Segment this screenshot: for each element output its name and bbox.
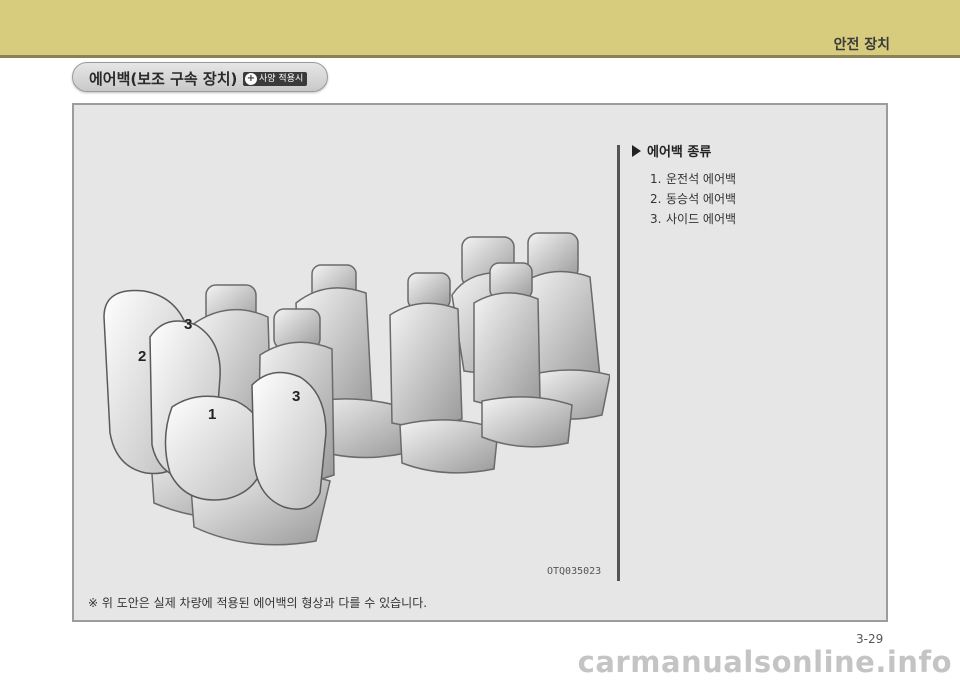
airbag-seat-illustration: 3 2 1 3 [103, 232, 610, 546]
watermark: carmanualsonline.info [577, 645, 952, 679]
figure-frame: 3 2 1 3 OTQ035023 에어백 종류 1. 운전석 에어백 2. 동승석… [72, 103, 888, 622]
option-badge: + 사양 적용시 [243, 72, 308, 86]
footnote: ※ 위 도안은 실제 차량에 적용된 에어백의 형상과 다를 수 있습니다. [88, 596, 428, 610]
second-row-seats [295, 262, 573, 474]
list-item: 2. 동승석 에어백 [650, 192, 737, 206]
section-title: 에어백(보조 구속 장치) [89, 70, 238, 88]
header-divider [0, 55, 960, 58]
list-item: 3. 사이드 에어백 [650, 212, 737, 226]
option-badge-label: 사양 적용시 [259, 74, 304, 84]
vertical-divider [617, 145, 620, 581]
plus-icon: + [245, 73, 257, 85]
page-number: 3-29 [856, 632, 884, 646]
callout-3a: 3 [184, 316, 192, 333]
illustration-code: OTQ035023 [547, 566, 602, 577]
legend-title-text: 에어백 종류 [647, 145, 712, 160]
callout-2: 2 [138, 348, 146, 365]
list-item: 1. 운전석 에어백 [650, 172, 737, 186]
legend-title: 에어백 종류 [632, 141, 736, 160]
airbag-legend: 에어백 종류 1. 운전석 에어백 2. 동승석 에어백 3. 사이드 에어백 [632, 141, 736, 229]
legend-list: 1. 운전석 에어백 2. 동승석 에어백 3. 사이드 에어백 [650, 169, 736, 229]
section-heading: 에어백(보조 구속 장치) + 사양 적용시 [72, 62, 328, 92]
callout-3b: 3 [292, 388, 300, 405]
chapter-title: 안전 장치 [833, 37, 890, 53]
callout-1: 1 [208, 406, 216, 423]
header-band [0, 0, 960, 55]
triangle-arrow-icon [632, 145, 641, 157]
